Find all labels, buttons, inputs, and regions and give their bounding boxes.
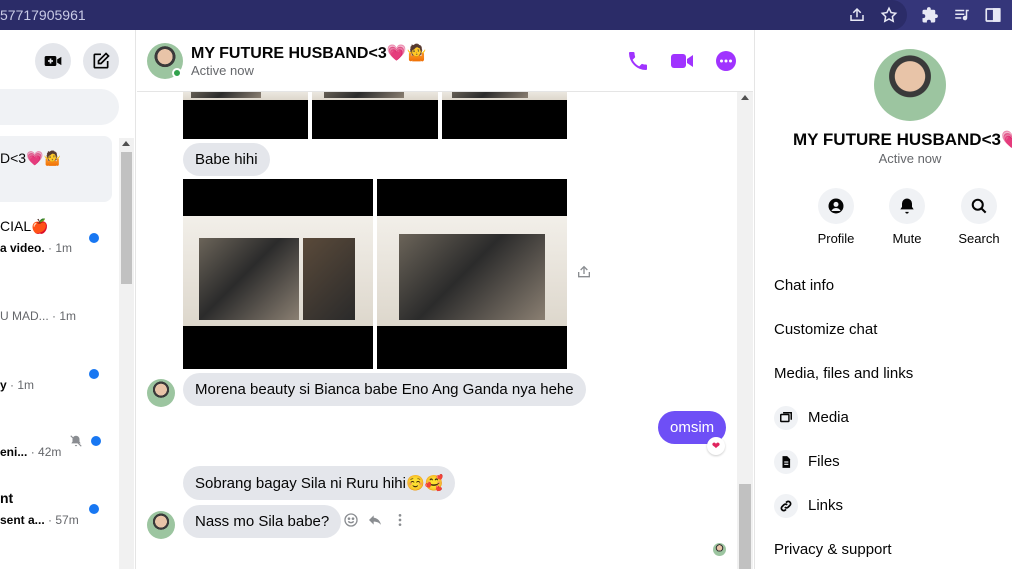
conversation-details-panel: MY FUTURE HUSBAND<3💗🤷 Active now Profile… xyxy=(754,30,1012,569)
browser-toolbar: 57717905961 xyxy=(0,0,1012,30)
new-video-call-icon xyxy=(44,56,62,66)
video-camera-icon[interactable] xyxy=(670,49,694,73)
message-bubble[interactable]: Morena beauty si Bianca babe Eno Ang Gan… xyxy=(183,373,586,406)
bell-icon xyxy=(900,198,914,214)
links-item[interactable]: Links xyxy=(808,497,843,514)
star-icon[interactable] xyxy=(880,6,898,24)
address-bar[interactable]: 57717905961 xyxy=(0,0,907,30)
conversation-item-3[interactable]: U MAD... · 1m xyxy=(0,278,112,344)
photo-attachment[interactable] xyxy=(312,92,438,139)
reply-icon[interactable] xyxy=(367,512,383,528)
conversation-name: CIAL🍎 xyxy=(0,218,49,234)
extensions-icon[interactable] xyxy=(921,6,939,24)
conversation-item-5[interactable]: eni... · 42m xyxy=(0,412,112,478)
phone-icon[interactable] xyxy=(626,49,650,73)
search-messenger-input[interactable] xyxy=(0,89,119,125)
message-bubble[interactable]: Babe hihi xyxy=(183,143,270,176)
media-queue-icon[interactable] xyxy=(953,6,971,24)
search-label: Search xyxy=(958,231,1000,246)
conversation-snippet: U MAD... · 1m xyxy=(0,309,77,323)
conversation-sidebar: D<3💗🤷 CIAL🍎 a video. · 1m U MAD... · 1m … xyxy=(0,30,136,569)
photo-attachment[interactable] xyxy=(183,179,373,369)
unread-dot xyxy=(91,436,101,446)
customize-chat-section[interactable]: Customize chat xyxy=(774,321,877,338)
heart-reaction-icon[interactable]: ❤ xyxy=(707,437,725,455)
search-conversation-button[interactable]: Search xyxy=(949,188,1009,246)
chat-header: MY FUTURE HUSBAND<3💗🤷 Active now xyxy=(137,30,753,92)
unread-dot xyxy=(89,233,99,243)
contact-avatar-large[interactable] xyxy=(874,49,946,121)
link-icon xyxy=(774,494,798,518)
more-options-icon[interactable] xyxy=(714,49,738,73)
unread-dot xyxy=(89,369,99,379)
unread-dot xyxy=(89,504,99,514)
mute-label: Mute xyxy=(892,231,922,246)
message-bubble[interactable]: Sobrang bagay Sila ni Ruru hihi☺️🥰 xyxy=(183,466,456,500)
compose-icon xyxy=(93,52,110,69)
sidebar-scrollbar[interactable] xyxy=(119,138,134,569)
conversation-snippet: eni... · 42m xyxy=(0,445,62,459)
photo-attachment[interactable] xyxy=(442,92,567,139)
mute-button[interactable]: Mute xyxy=(877,188,937,246)
profile-icon xyxy=(828,198,844,214)
contact-status: Active now xyxy=(191,63,254,78)
conversation-snippet: sent a... · 57m xyxy=(0,513,79,527)
sender-avatar[interactable] xyxy=(147,379,175,407)
media-item[interactable]: Media xyxy=(808,409,849,426)
profile-label: Profile xyxy=(817,231,855,246)
conversation-item-2[interactable]: CIAL🍎 a video. · 1m xyxy=(0,210,112,276)
photo-attachment[interactable] xyxy=(377,179,567,369)
side-panel-icon[interactable] xyxy=(984,6,1002,24)
url-text: 57717905961 xyxy=(0,7,86,23)
chat-info-section[interactable]: Chat info xyxy=(774,277,834,294)
search-icon xyxy=(971,198,987,214)
scrollbar-thumb[interactable] xyxy=(739,484,751,569)
message-list: Babe hihi Morena beauty si Bianca babe E… xyxy=(137,92,737,569)
new-video-call-button[interactable] xyxy=(35,43,71,79)
scroll-up-arrow[interactable] xyxy=(122,141,130,146)
compose-button[interactable] xyxy=(83,43,119,79)
file-icon xyxy=(774,450,798,474)
muted-bell-icon xyxy=(69,434,83,448)
more-icon[interactable] xyxy=(392,512,408,528)
scrollbar-thumb[interactable] xyxy=(121,152,132,284)
files-item[interactable]: Files xyxy=(808,453,840,470)
conversation-item-1[interactable]: D<3💗🤷 xyxy=(0,136,112,202)
seen-by-avatar xyxy=(713,543,726,556)
message-bubble[interactable]: Nass mo Sila babe? xyxy=(183,505,342,538)
conversation-item-4[interactable]: y · 1m xyxy=(0,346,112,412)
conversation-name: nt xyxy=(0,490,14,506)
scroll-up-arrow[interactable] xyxy=(741,95,749,100)
conversation-name: D<3💗🤷 xyxy=(0,150,61,166)
online-indicator xyxy=(172,68,182,78)
share-icon[interactable] xyxy=(848,6,866,24)
sender-avatar[interactable] xyxy=(147,511,175,539)
details-status: Active now xyxy=(878,151,942,166)
conversation-snippet: a video. · 1m xyxy=(0,241,73,255)
profile-button[interactable]: Profile xyxy=(806,188,866,246)
share-attachment-icon[interactable] xyxy=(576,264,592,280)
privacy-support-section[interactable]: Privacy & support xyxy=(774,541,892,558)
conversation-item-6[interactable]: nt sent a... · 57m xyxy=(0,478,112,544)
media-icon xyxy=(774,406,798,430)
photo-attachment[interactable] xyxy=(183,92,308,139)
media-files-links-section[interactable]: Media, files and links xyxy=(774,365,913,382)
conversation-snippet: y · 1m xyxy=(0,378,35,392)
details-contact-name: MY FUTURE HUSBAND<3💗🤷 xyxy=(793,130,1012,149)
chat-scrollbar[interactable] xyxy=(737,92,753,569)
contact-name[interactable]: MY FUTURE HUSBAND<3💗🤷 xyxy=(191,43,427,63)
react-icon[interactable] xyxy=(343,512,359,528)
